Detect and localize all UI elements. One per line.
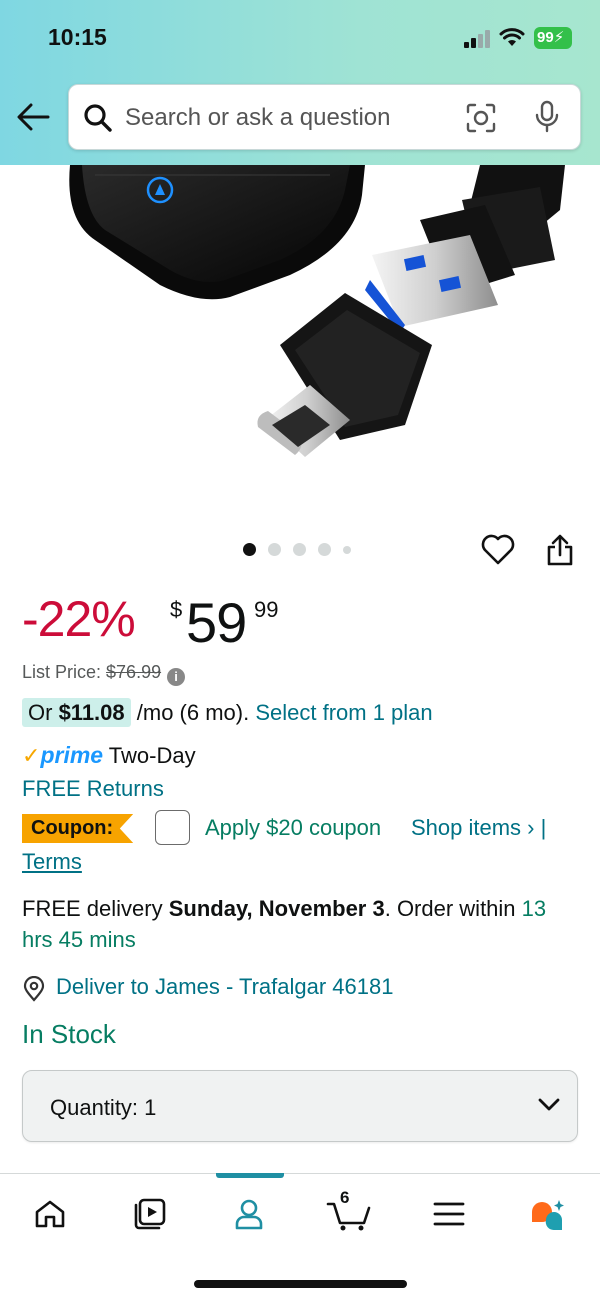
product-image[interactable]: [0, 165, 600, 520]
image-carousel-dots[interactable]: [243, 543, 351, 556]
delivery-info: FREE delivery Sunday, November 3. Order …: [22, 893, 582, 955]
quantity-value: 1: [144, 1095, 157, 1120]
info-icon[interactable]: i: [167, 668, 186, 686]
coupon-badge: Coupon:: [22, 814, 134, 843]
nav-profile[interactable]: [224, 1194, 274, 1234]
prime-check-icon: ✓: [22, 743, 41, 768]
nav-home[interactable]: [25, 1194, 75, 1234]
monthly-suffix: /mo (6 mo).: [130, 700, 256, 725]
monthly-amount: $11.08: [58, 700, 125, 725]
select-plan-link[interactable]: Select from 1 plan: [255, 700, 432, 725]
coupon-checkbox[interactable]: [155, 810, 190, 845]
delivery-date: Sunday, November 3: [168, 896, 385, 921]
price-whole: 59: [186, 591, 247, 654]
search-icon: [84, 104, 112, 132]
search-bar[interactable]: [68, 84, 581, 150]
bottom-navigation: 6: [0, 1173, 600, 1300]
nav-menu[interactable]: [424, 1194, 474, 1234]
prime-logo: prime: [40, 742, 104, 768]
delivery-prefix: FREE delivery: [22, 896, 169, 921]
list-price-label: List Price:: [22, 662, 107, 682]
heart-icon[interactable]: [481, 534, 515, 566]
prime-shipping: ✓prime Two-Day: [22, 742, 196, 769]
free-returns-link[interactable]: FREE Returns: [22, 776, 164, 802]
list-price-value: $76.99: [106, 662, 162, 682]
carousel-dot[interactable]: [343, 545, 351, 554]
delivery-middle: . Order within: [384, 896, 522, 921]
share-icon[interactable]: [546, 533, 574, 567]
battery-level: 99: [537, 29, 554, 46]
deliver-to-text: Deliver to James - Trafalgar 46181: [56, 974, 394, 999]
header: 10:15 99⚡: [0, 0, 600, 165]
status-time: 10:15: [48, 24, 107, 50]
wifi-icon: [499, 28, 525, 46]
cellular-signal-icon: [464, 30, 490, 48]
nav-active-indicator: [216, 1173, 284, 1178]
carousel-dot[interactable]: [243, 543, 256, 556]
list-price: List Price: $76.99 i: [22, 662, 186, 686]
carousel-dot[interactable]: [318, 543, 331, 556]
nav-rufus-assistant[interactable]: [523, 1194, 573, 1234]
quantity-label-text: Quantity:: [50, 1095, 145, 1120]
video-play-icon: [134, 1198, 166, 1230]
home-indicator: [194, 1280, 407, 1288]
shipping-speed: Two-Day: [103, 743, 196, 768]
monthly-prefix: Or: [28, 700, 59, 725]
discount-percent: -22%: [22, 591, 136, 647]
hamburger-menu-icon: [433, 1202, 465, 1226]
monthly-payment: Or $11.08 /mo (6 mo). Select from 1 plan: [22, 698, 433, 727]
cart-count-badge: 6: [340, 1188, 350, 1207]
nav-video[interactable]: [125, 1194, 175, 1234]
microphone-icon[interactable]: [534, 100, 560, 134]
carousel-dot[interactable]: [268, 543, 281, 556]
shop-items-link[interactable]: Shop items › |: [411, 815, 546, 841]
search-input[interactable]: [125, 99, 455, 137]
price-currency: $: [170, 597, 183, 622]
nav-cart[interactable]: 6: [324, 1188, 374, 1234]
battery-indicator: 99⚡: [534, 27, 572, 49]
profile-icon: [235, 1199, 263, 1230]
home-icon: [35, 1200, 65, 1228]
price-fraction: 99: [254, 597, 279, 622]
usb-adapter-image: [69, 165, 565, 457]
rufus-assistant-icon: [532, 1200, 564, 1231]
apply-coupon-label[interactable]: Apply $20 coupon: [205, 815, 381, 841]
quantity-dropdown[interactable]: Quantity: 1: [22, 1070, 578, 1142]
carousel-dot[interactable]: [293, 543, 306, 556]
back-arrow-icon[interactable]: [16, 102, 50, 132]
monthly-amount-highlight: Or $11.08: [22, 698, 131, 727]
terms-link[interactable]: Terms: [22, 849, 82, 875]
camera-lens-icon[interactable]: [465, 102, 497, 134]
quantity-label: Quantity: 1: [50, 1095, 156, 1121]
chevron-down-icon: [538, 1098, 560, 1111]
charging-bolt-icon: ⚡: [553, 29, 565, 46]
location-pin-icon: [23, 976, 45, 1002]
stock-status: In Stock: [22, 1019, 116, 1049]
